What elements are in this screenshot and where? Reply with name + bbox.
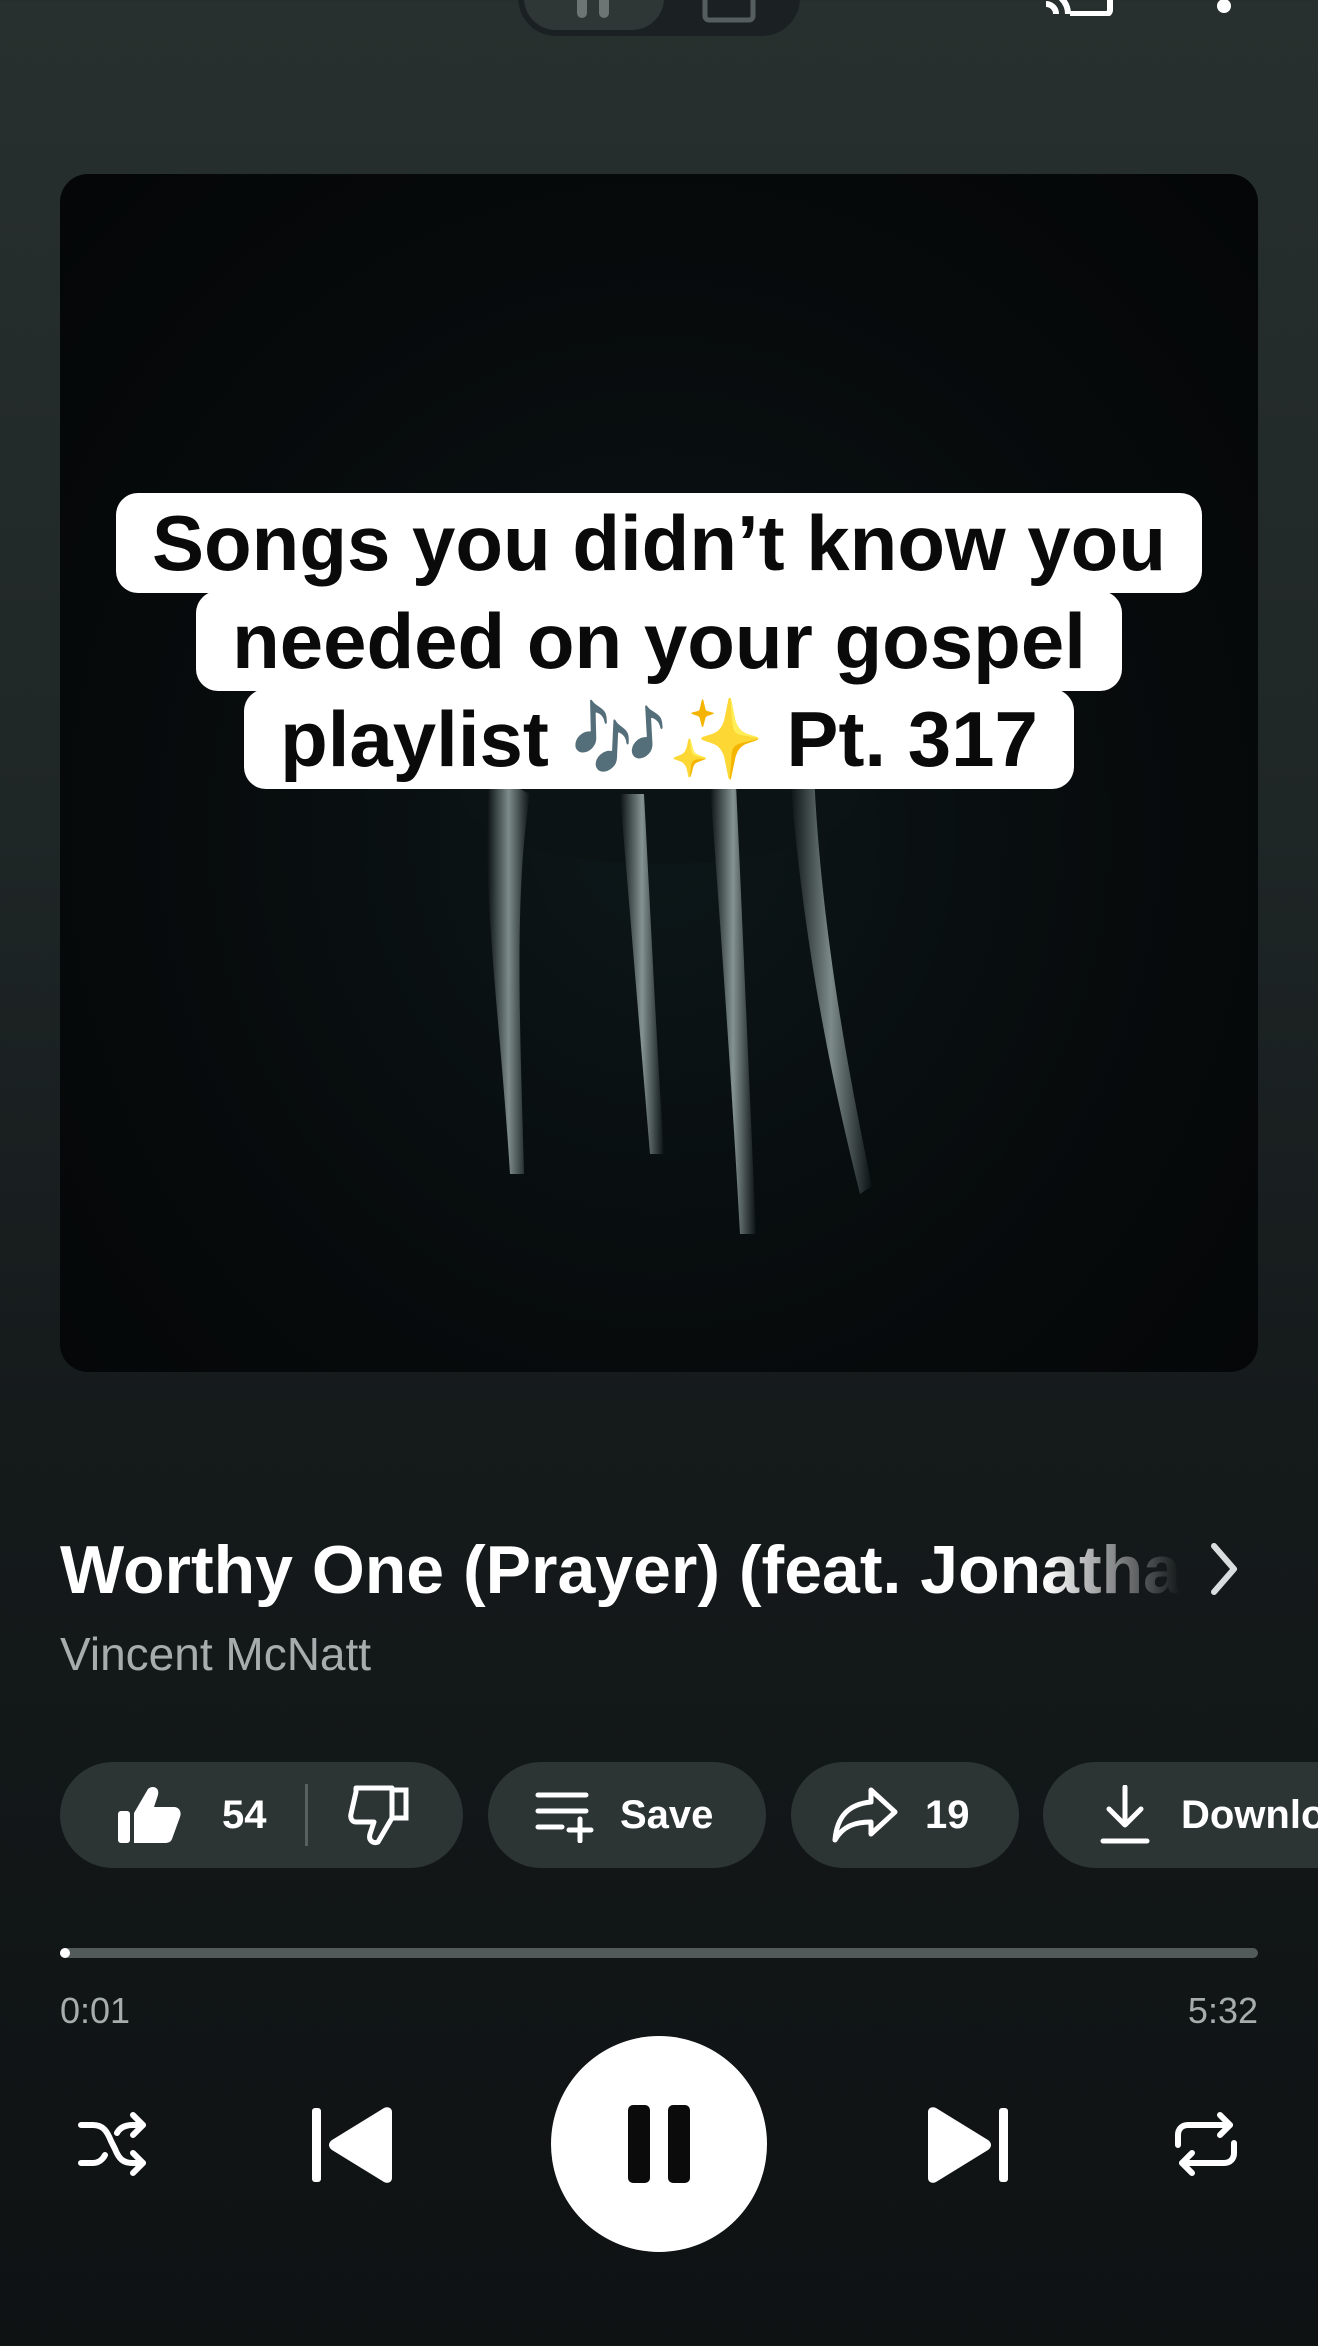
thumbs-up-icon <box>118 1787 181 1843</box>
previous-icon <box>312 2107 392 2183</box>
pause-button[interactable] <box>551 2036 767 2252</box>
total-duration: 5:32 <box>1187 1990 1258 2031</box>
like-dislike-chip: 54 <box>60 1762 463 1868</box>
download-icon <box>1100 1785 1150 1844</box>
progress-bar[interactable] <box>60 1948 1258 1958</box>
dislike-button[interactable] <box>347 1784 410 1846</box>
cast-icon[interactable] <box>1040 0 1116 21</box>
album-artwork: Songs you didn’t know you needed on your… <box>60 174 1258 1372</box>
video-tab[interactable] <box>664 0 794 30</box>
previous-button[interactable] <box>300 2100 400 2190</box>
save-label: Save <box>620 1792 714 1837</box>
artwork-caption: Songs you didn’t know you needed on your… <box>60 493 1258 789</box>
caption-line: playlist 🎶✨ Pt. 317 <box>244 689 1074 789</box>
download-button[interactable]: Download <box>1043 1762 1318 1868</box>
repeat-icon <box>1175 2112 1237 2176</box>
video-tab-icon <box>702 0 756 23</box>
share-icon <box>832 1787 898 1843</box>
like-count: 54 <box>222 1792 267 1837</box>
song-video-toggle[interactable] <box>518 0 800 36</box>
caption-line: needed on your gospel <box>196 591 1122 691</box>
save-button[interactable]: Save <box>488 1762 766 1868</box>
next-icon <box>928 2107 1008 2183</box>
share-button[interactable]: 19 <box>791 1762 1019 1868</box>
shuffle-icon <box>78 2112 146 2176</box>
artist-name[interactable]: Vincent McNatt <box>60 1626 371 1682</box>
pause-icon <box>628 2105 690 2183</box>
share-count: 19 <box>925 1792 970 1837</box>
thumbs-down-icon <box>347 1785 408 1846</box>
download-label: Download <box>1181 1792 1318 1837</box>
repeat-button[interactable] <box>1166 2104 1246 2184</box>
artwork-figure <box>460 734 872 1234</box>
progress-bar-fill <box>60 1948 70 1958</box>
caption-line: Songs you didn’t know you <box>116 493 1202 593</box>
shuffle-button[interactable] <box>72 2104 152 2184</box>
chevron-right-icon[interactable] <box>1206 1540 1242 1603</box>
playlist-add-icon <box>535 1792 594 1843</box>
song-tab[interactable] <box>524 0 664 30</box>
track-title[interactable]: Worthy One (Prayer) (feat. Jonathan McRe… <box>60 1530 1180 1610</box>
more-icon[interactable] <box>1212 0 1236 19</box>
elapsed-time: 0:01 <box>60 1990 131 2031</box>
song-tab-icon <box>577 0 609 18</box>
like-button[interactable]: 54 <box>116 1785 267 1845</box>
chip-divider <box>304 1784 308 1846</box>
next-button[interactable] <box>920 2100 1020 2190</box>
